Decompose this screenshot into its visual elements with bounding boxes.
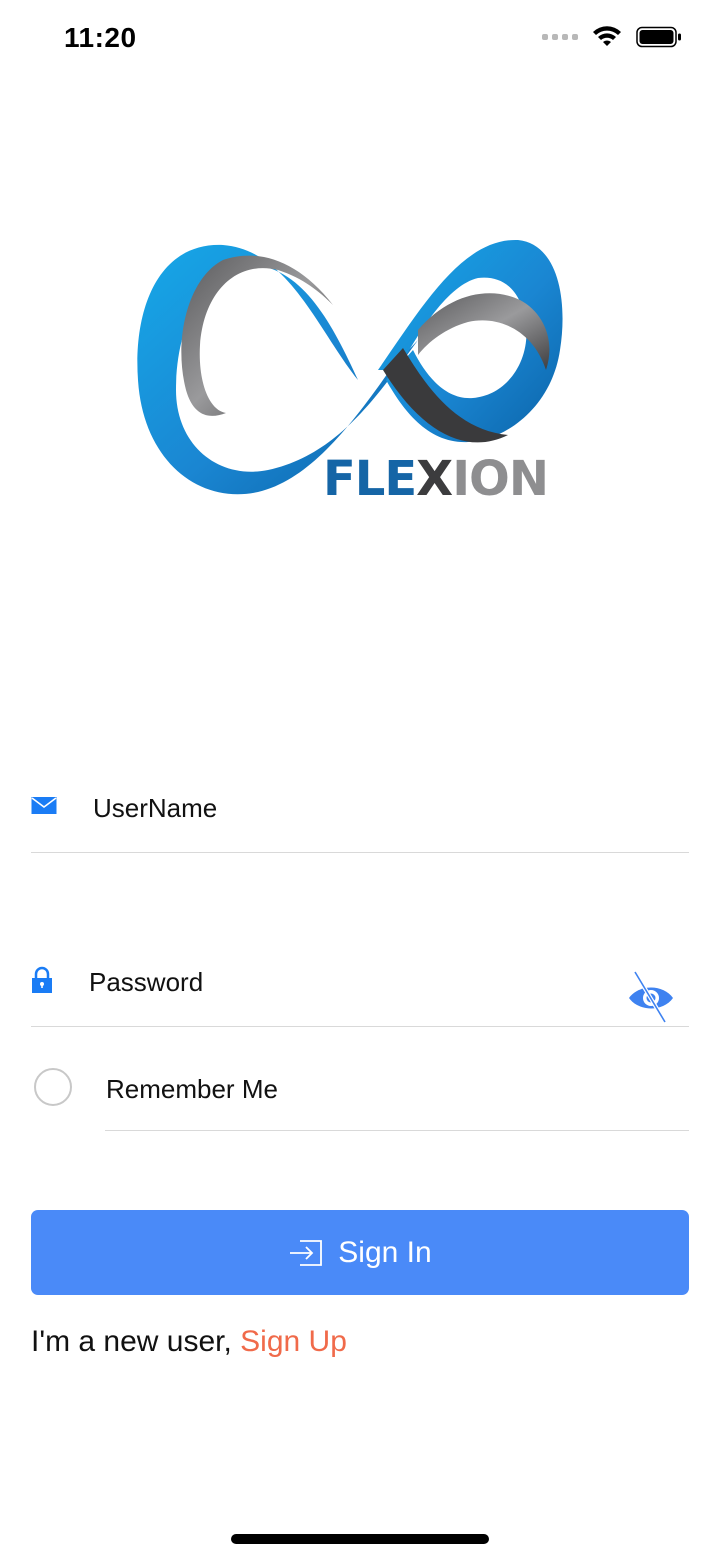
sign-in-button[interactable]: Sign In <box>31 1210 689 1295</box>
password-field <box>31 944 689 1027</box>
remember-me-label: Remember Me <box>106 1074 278 1104</box>
battery-icon <box>636 26 681 48</box>
mail-icon <box>31 796 57 821</box>
home-indicator <box>231 1534 489 1544</box>
signup-prefix: I'm a new user, <box>31 1325 241 1358</box>
wifi-icon <box>593 26 621 46</box>
remember-me-row[interactable]: Remember Me <box>105 1060 689 1131</box>
username-field <box>31 770 689 853</box>
sign-in-label: Sign In <box>338 1235 432 1269</box>
flexion-logo: FLEXION <box>128 230 576 520</box>
lock-icon <box>31 966 53 999</box>
infinity-logo-icon: FLEXION <box>137 239 563 507</box>
remember-me-radio[interactable] <box>34 1068 72 1106</box>
password-input[interactable] <box>89 962 609 1002</box>
brand-wordmark: FLEXION <box>323 451 548 507</box>
login-screen: 11:20 FLEXION UserName Remember Me Sign … <box>0 0 720 1558</box>
cellular-signal-icon <box>542 34 578 40</box>
eye-slash-icon[interactable] <box>625 968 677 1026</box>
signup-prompt: I'm a new user, Sign Up <box>31 1325 347 1359</box>
username-input[interactable] <box>93 788 653 828</box>
status-indicators <box>542 26 682 48</box>
status-bar: 11:20 <box>0 0 720 80</box>
sign-up-link[interactable]: Sign Up <box>240 1325 347 1358</box>
sign-in-icon <box>290 1239 323 1266</box>
status-time: 11:20 <box>64 22 137 53</box>
